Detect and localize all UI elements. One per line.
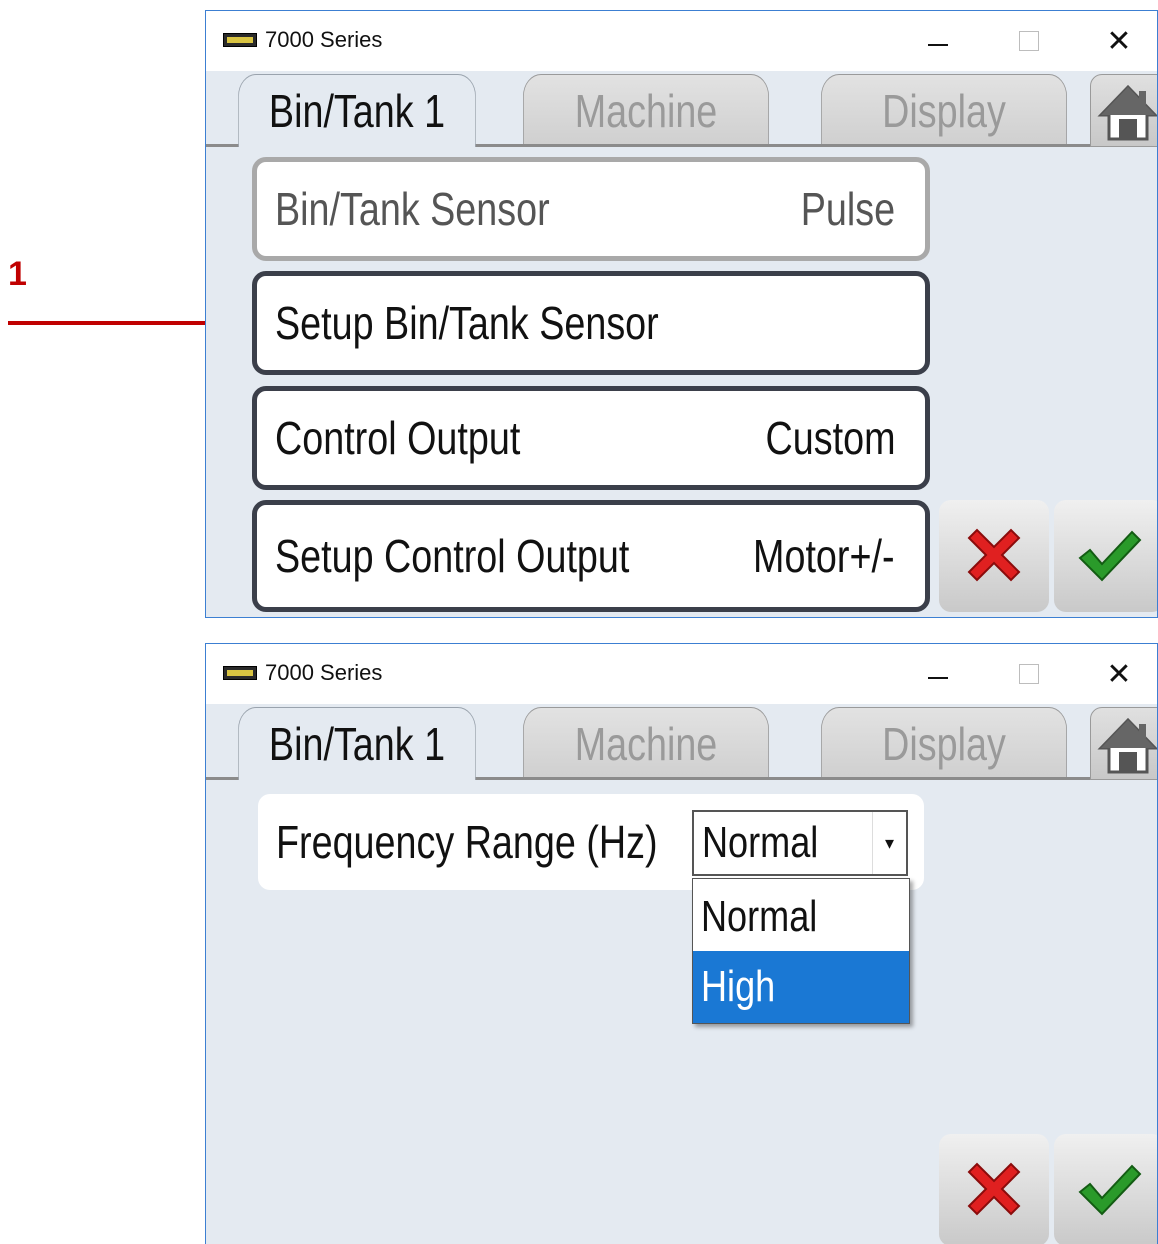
menu-item-label: Control Output — [275, 412, 521, 464]
app-icon — [223, 666, 257, 680]
menu-item-value: Pulse — [800, 183, 895, 235]
confirm-button[interactable] — [1054, 1134, 1157, 1244]
minimize-button[interactable] — [915, 654, 961, 694]
frequency-range-panel: Frequency Range (Hz) Normal ▾ — [258, 794, 924, 890]
app-icon — [223, 33, 257, 47]
frequency-range-select[interactable]: Normal ▾ — [692, 810, 908, 876]
maximize-button[interactable] — [1006, 654, 1052, 694]
callout-number: 1 — [8, 255, 27, 293]
close-button[interactable]: ✕ — [1096, 654, 1142, 694]
dropdown-option-high[interactable]: High — [693, 951, 909, 1023]
minimize-button[interactable] — [915, 21, 961, 61]
tab-display[interactable]: Display — [821, 707, 1067, 780]
menu-item-bin-tank-sensor[interactable]: Bin/Tank Sensor Pulse — [252, 157, 930, 261]
tab-bin-tank[interactable]: Bin/Tank 1 — [238, 74, 476, 147]
menu-item-setup-control-output[interactable]: Setup Control Output Motor+/- — [252, 500, 930, 612]
tab-display[interactable]: Display — [821, 74, 1067, 147]
green-check-icon — [1078, 1164, 1142, 1216]
window-title: 7000 Series — [265, 660, 383, 685]
confirm-button[interactable] — [1054, 500, 1157, 612]
maximize-button[interactable] — [1006, 21, 1052, 61]
menu-item-label: Setup Control Output — [275, 530, 630, 582]
menu-item-value: Motor+/- — [753, 530, 895, 582]
close-button[interactable]: ✕ — [1096, 21, 1142, 61]
tab-strip: Bin/Tank 1 Machine Display — [206, 71, 1157, 147]
home-icon — [1097, 717, 1157, 774]
select-value: Normal — [702, 818, 819, 867]
green-check-icon — [1078, 530, 1142, 582]
menu-item-value: Custom — [765, 412, 895, 464]
frequency-range-label: Frequency Range (Hz) — [276, 816, 658, 868]
frequency-window: 7000 Series ✕ Bin/Tank 1 Machine Display… — [205, 643, 1158, 1244]
window-title: 7000 Series — [265, 27, 383, 52]
home-button[interactable] — [1090, 707, 1157, 780]
red-x-icon — [967, 528, 1021, 582]
title-bar: 7000 Series ✕ — [206, 644, 1157, 704]
chevron-down-icon[interactable]: ▾ — [872, 812, 906, 874]
menu-item-setup-bin-tank-sensor[interactable]: Setup Bin/Tank Sensor — [252, 271, 930, 375]
cancel-button[interactable] — [939, 500, 1049, 612]
title-bar: 7000 Series ✕ — [206, 11, 1157, 71]
frequency-dropdown-list: Normal High — [692, 878, 910, 1024]
main-window: 7000 Series ✕ Bin/Tank 1 Machine Display… — [205, 10, 1158, 618]
menu-item-label: Setup Bin/Tank Sensor — [275, 297, 659, 349]
home-icon — [1097, 84, 1157, 141]
menu-item-label: Bin/Tank Sensor — [275, 183, 550, 235]
tab-machine[interactable]: Machine — [523, 707, 769, 780]
tab-bin-tank[interactable]: Bin/Tank 1 — [238, 707, 476, 780]
dropdown-option-normal[interactable]: Normal — [693, 881, 909, 953]
home-button[interactable] — [1090, 74, 1157, 147]
tab-strip: Bin/Tank 1 Machine Display — [206, 704, 1157, 780]
tab-machine[interactable]: Machine — [523, 74, 769, 147]
red-x-icon — [967, 1162, 1021, 1216]
cancel-button[interactable] — [939, 1134, 1049, 1244]
menu-item-control-output[interactable]: Control Output Custom — [252, 386, 930, 490]
